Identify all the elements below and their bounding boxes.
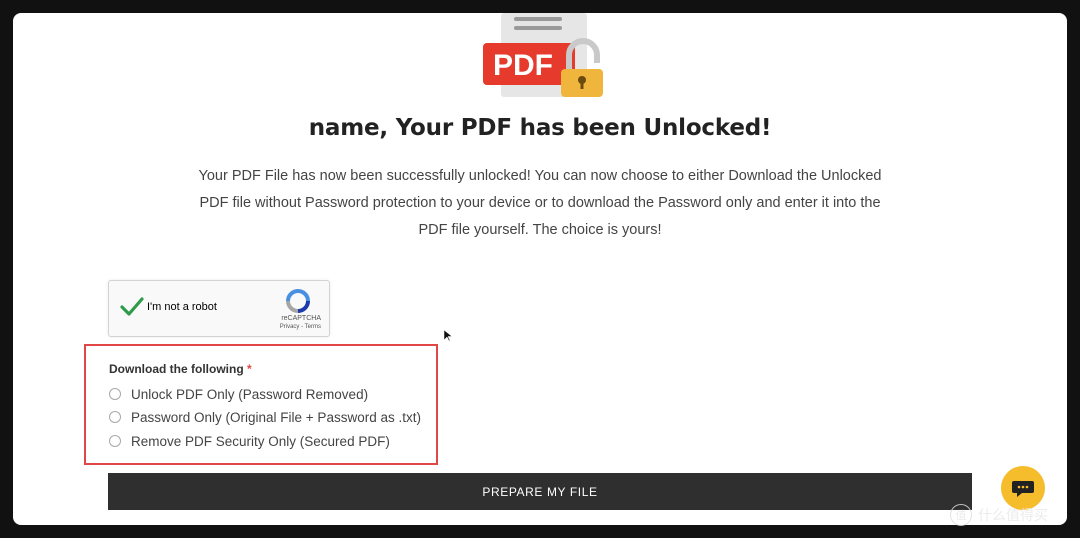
radio-button[interactable] [109,411,121,423]
watermark-text: 什么值得买 [978,507,1048,523]
unlock-description: Your PDF File has now been successfully … [198,168,882,238]
pdf-badge-text: PDF [493,49,553,82]
radio-button[interactable] [109,435,121,447]
required-mark: * [247,362,252,376]
option-password-only[interactable]: Password Only (Original File + Password … [109,407,421,427]
prepare-file-button[interactable]: PREPARE MY FILE [108,473,972,510]
mouse-cursor-icon [444,330,452,342]
recaptcha-widget[interactable]: I'm not a robot reCAPTCHA Privacy - Term… [108,280,330,337]
option-label: Remove PDF Security Only (Secured PDF) [131,433,390,449]
option-unlock-pdf-only[interactable]: Unlock PDF Only (Password Removed) [109,384,368,404]
checkmark-icon[interactable] [119,294,145,320]
option-label: Password Only (Original File + Password … [131,409,421,425]
page-title: name, Your PDF has been Unlocked! [308,115,772,141]
option-remove-security-only[interactable]: Remove PDF Security Only (Secured PDF) [109,431,390,451]
recaptcha-logo-icon [286,289,310,313]
recaptcha-label: I'm not a robot [147,301,217,313]
option-label: Unlock PDF Only (Password Removed) [131,386,369,402]
recaptcha-brand: reCAPTCHA [281,315,321,322]
recaptcha-terms-link[interactable]: Privacy - Terms [280,324,321,330]
pdf-unlocked-icon: PDF [483,13,603,97]
download-options-title: Download the following * [109,362,252,376]
radio-button[interactable] [109,388,121,400]
unlock-result-page: PDF name, Your PDF has been Unlocked! Yo… [13,13,1067,525]
watermark-badge: 值 [950,504,972,526]
watermark: 值 什么值得买 [950,504,1048,526]
chat-bubble-icon [1012,481,1034,497]
download-options-group: Download the following * Unlock PDF Only… [84,344,438,465]
